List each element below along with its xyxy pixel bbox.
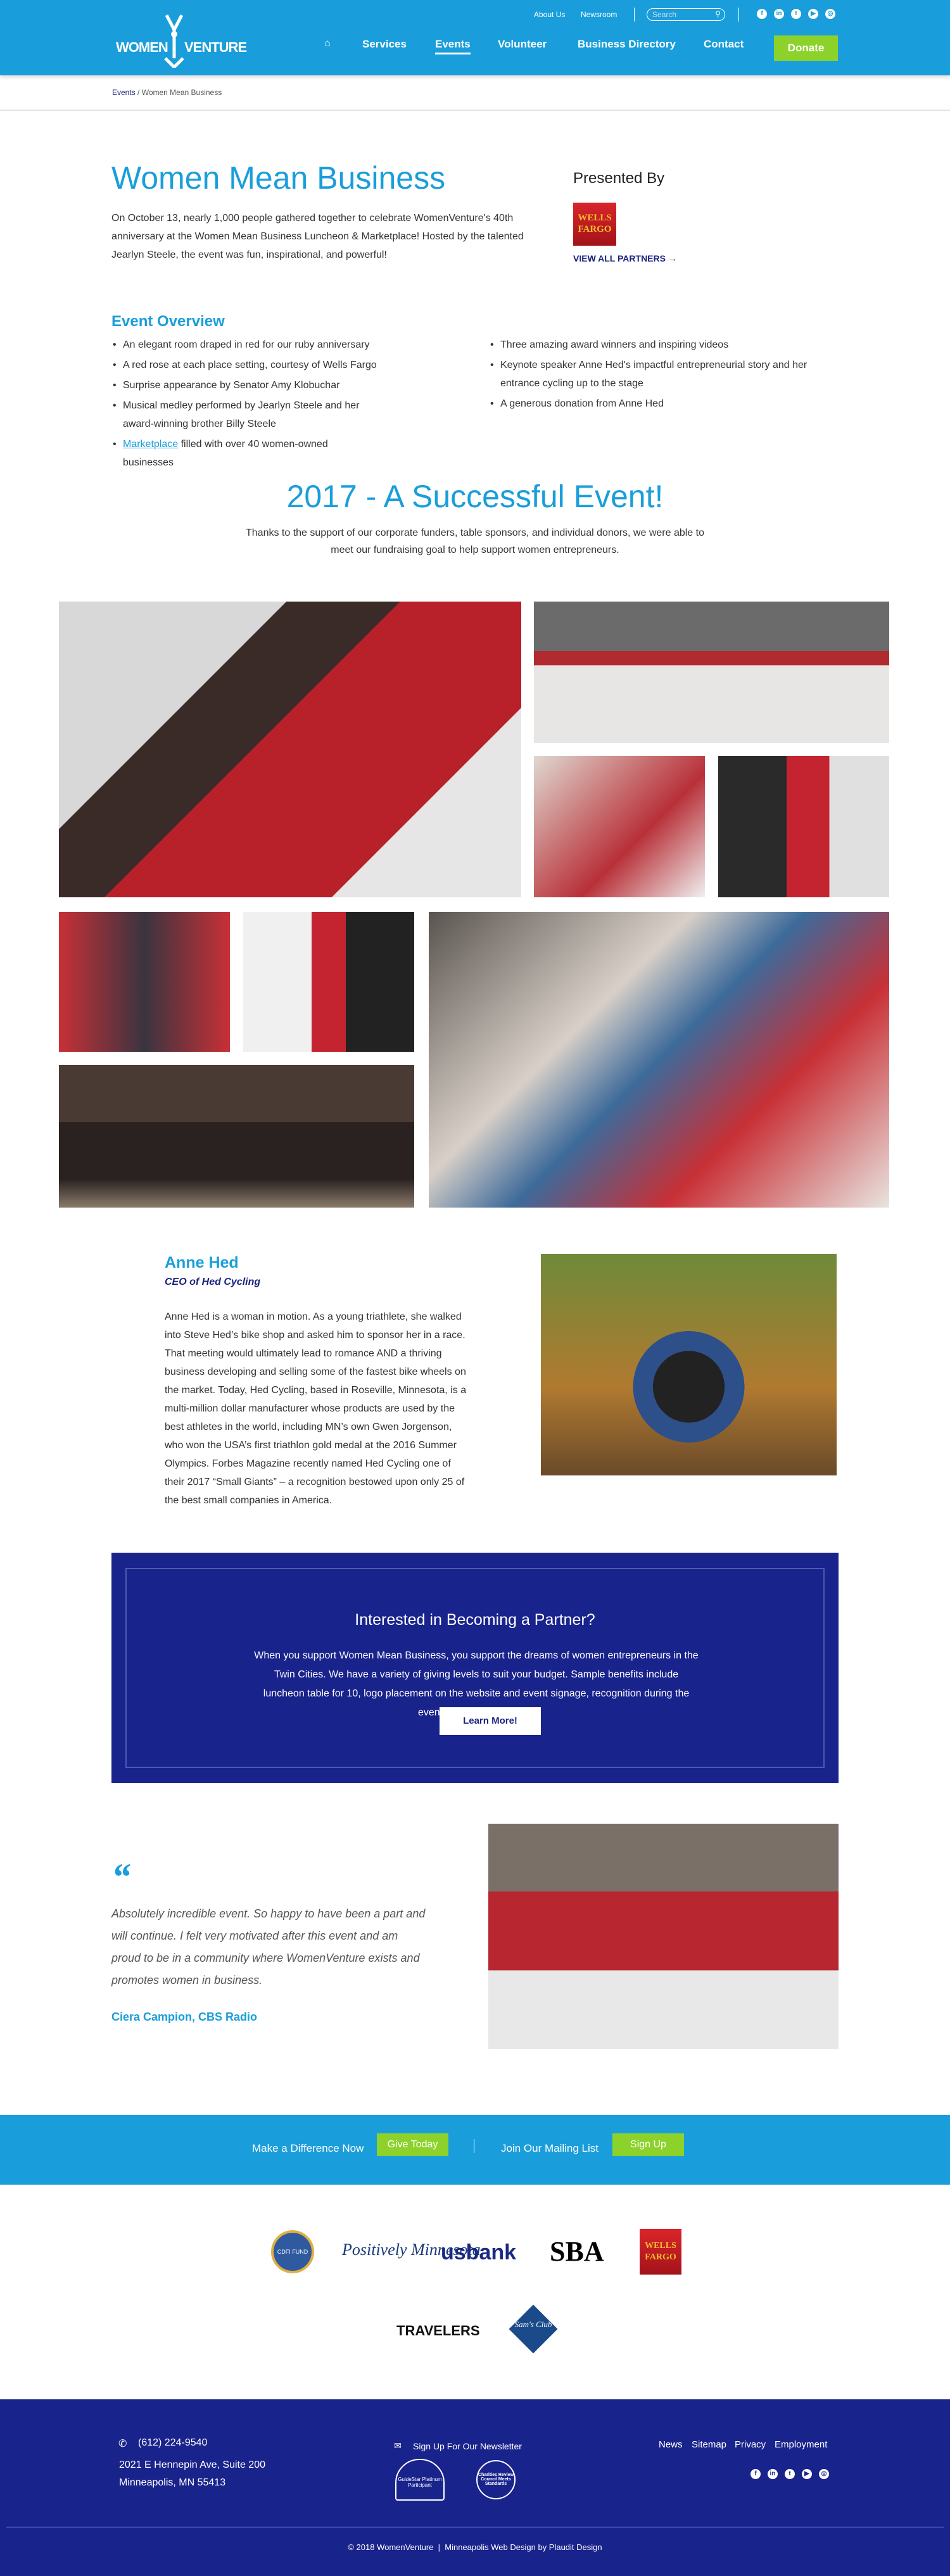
instagram-icon[interactable]: ◎ (825, 9, 835, 19)
youtube-icon[interactable]: ▶ (802, 2469, 812, 2479)
facebook-icon[interactable]: f (750, 2469, 761, 2479)
site-header: WOMEN VENTURE About Us Newsroom Search ⚲ … (0, 0, 950, 75)
overview-list-left: An elegant room draped in red for our ru… (113, 336, 379, 474)
instagram-icon[interactable]: ◎ (819, 2469, 829, 2479)
give-label: Make a Difference Now (252, 2142, 364, 2154)
newsletter-link[interactable]: Sign Up For Our Newsletter (413, 2441, 522, 2451)
gallery-photo-honorees[interactable] (59, 912, 230, 1052)
breadcrumb: Events / Women Mean Business (112, 88, 222, 97)
list-item: Three amazing award winners and inspirin… (490, 336, 845, 354)
youtube-icon[interactable]: ▶ (808, 9, 818, 19)
twitter-icon[interactable]: t (791, 9, 801, 19)
quote-icon: “ (111, 1856, 130, 1898)
list-item: An elegant room draped in red for our ru… (113, 336, 379, 354)
site-footer: ✆ (612) 224-9540 2021 E Hennepin Ave, Su… (0, 2399, 950, 2576)
presented-by-heading: Presented By (573, 170, 665, 187)
speaker-bio: Anne Hed is a woman in motion. As a youn… (165, 1311, 467, 1506)
divider (0, 110, 950, 111)
learn-more-button[interactable]: Learn More! (440, 1707, 541, 1735)
gallery-photo-podium[interactable] (243, 912, 414, 1052)
guidestar-badge[interactable]: GuideStar Platinum Participant (395, 2459, 445, 2501)
footer-link-sitemap[interactable]: Sitemap (692, 2439, 726, 2450)
view-all-partners-link[interactable]: VIEW ALL PARTNERS → (573, 253, 677, 263)
marketplace-link[interactable]: Marketplace (123, 439, 178, 450)
home-icon[interactable]: ⌂ (324, 38, 331, 49)
gallery-photo-speaker-podium[interactable] (59, 602, 521, 897)
list-item: Keynote speaker Anne Hed's impactful ent… (490, 356, 845, 393)
success-text: Thanks to the support of our corporate f… (246, 527, 704, 555)
list-item: Surprise appearance by Senator Amy Klobu… (113, 376, 379, 395)
gallery-photo-marketplace[interactable] (59, 1065, 414, 1208)
phone-link[interactable]: (612) 224-9540 (138, 2437, 207, 2449)
sponsor-cdfi-logo[interactable]: CDFI FUND (271, 2230, 314, 2273)
facebook-icon[interactable]: f (757, 9, 767, 19)
breadcrumb-events[interactable]: Events (112, 88, 136, 97)
newsroom-link[interactable]: Newsroom (581, 10, 617, 19)
speaker-name: Anne Hed (165, 1254, 239, 1272)
search-input[interactable]: Search ⚲ (647, 8, 725, 21)
address-line: 2021 E Hennepin Ave, Suite 200 (119, 2459, 265, 2470)
footer-link-employment[interactable]: Employment (775, 2439, 827, 2450)
copyright: © 2018 WomenVenture | Minneapolis Web De… (348, 2542, 602, 2552)
footer-link-news[interactable]: News (659, 2439, 683, 2450)
arrow-right-icon: → (668, 253, 677, 263)
speaker-role: CEO of Hed Cycling (165, 1277, 261, 1287)
testimonial-author: Ciera Campion, CBS Radio (111, 2011, 258, 2023)
meets-standards-badge[interactable]: Charities Review Council Meets Standards (476, 2460, 516, 2499)
gallery-photo-award[interactable] (534, 756, 705, 897)
logo[interactable]: WOMEN VENTURE (116, 14, 247, 68)
nav-services[interactable]: Services (362, 38, 407, 51)
success-heading: 2017 - A Successful Event! (286, 479, 664, 514)
partner-box-border: Interested in Becoming a Partner? When y… (125, 1568, 825, 1768)
gallery-photo-cycling-entrance[interactable] (429, 912, 889, 1208)
speaker-photo (541, 1254, 837, 1475)
list-item: Marketplace filled with over 40 women-ow… (113, 435, 379, 472)
address-line: Minneapolis, MN 55413 (119, 2477, 226, 2488)
partner-heading: Interested in Becoming a Partner? (355, 1611, 595, 1629)
give-today-button[interactable]: Give Today (377, 2133, 448, 2156)
sponsor-usbank-logo[interactable]: usbank (441, 2240, 516, 2265)
event-intro: On October 13, nearly 1,000 people gathe… (111, 213, 524, 260)
nav-contact[interactable]: Contact (704, 38, 744, 51)
sign-up-button[interactable]: Sign Up (612, 2133, 684, 2156)
event-overview-heading: Event Overview (111, 313, 225, 330)
list-item: A generous donation from Anne Hed (490, 395, 845, 413)
overview-list-right: Three amazing award winners and inspirin… (490, 336, 845, 415)
nav-events[interactable]: Events (435, 38, 471, 54)
page-title: Women Mean Business (111, 160, 446, 196)
sponsor-sams-club-logo[interactable] (509, 2304, 558, 2354)
linkedin-icon[interactable]: in (768, 2469, 778, 2479)
search-icon[interactable]: ⚲ (715, 9, 721, 18)
testimonial-photo (488, 1824, 839, 2049)
breadcrumb-current: Women Mean Business (141, 88, 222, 97)
sponsor-sba-logo[interactable]: SBA (550, 2235, 604, 2268)
divider (634, 8, 635, 22)
gallery-photo-ballroom[interactable] (534, 602, 889, 743)
sponsor-travelers-logo[interactable]: TRAVELERS (396, 2323, 480, 2339)
sponsor-sams-club-text: Sam's Club (514, 2320, 552, 2329)
donate-button[interactable]: Donate (774, 35, 838, 61)
nav-business-directory[interactable]: Business Directory (578, 38, 676, 51)
envelope-icon: ✉ (394, 2440, 402, 2451)
divider (738, 8, 739, 22)
sponsor-wells-fargo-logo[interactable]: WELLS FARGO (640, 2229, 681, 2275)
cta-band: Make a Difference Now Give Today Join Ou… (0, 2115, 950, 2185)
twitter-icon[interactable]: t (785, 2469, 795, 2479)
phone-icon: ✆ (118, 2439, 127, 2449)
list-item: A red rose at each place setting, courte… (113, 356, 379, 374)
wells-fargo-logo[interactable]: WELLS FARGO (573, 203, 616, 246)
mailing-list-label: Join Our Mailing List (501, 2142, 599, 2154)
nav-volunteer[interactable]: Volunteer (498, 38, 547, 51)
divider (6, 2527, 944, 2528)
list-item: Musical medley performed by Jearlyn Stee… (113, 396, 379, 433)
partner-box: Interested in Becoming a Partner? When y… (111, 1553, 839, 1783)
linkedin-icon[interactable]: in (774, 9, 784, 19)
gallery-photo-speaker[interactable] (718, 756, 889, 897)
footer-link-privacy[interactable]: Privacy (735, 2439, 766, 2450)
testimonial-quote: Absolutely incredible event. So happy to… (111, 1907, 426, 1986)
about-us-link[interactable]: About Us (534, 10, 565, 19)
